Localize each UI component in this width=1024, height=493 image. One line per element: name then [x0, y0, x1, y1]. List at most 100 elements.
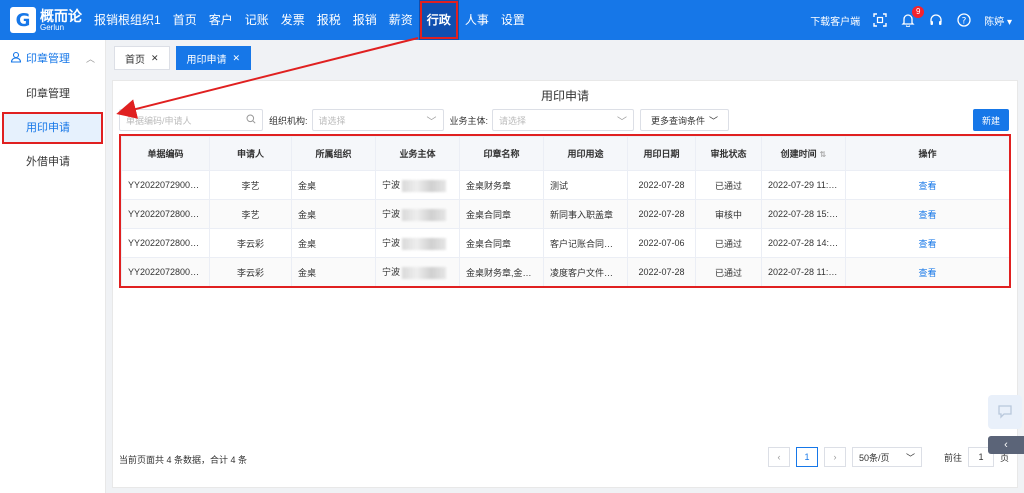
search-icon[interactable] — [246, 114, 256, 127]
page-number-button[interactable]: 1 — [795, 447, 818, 467]
chevron-right-icon: › — [833, 452, 837, 462]
caret-down-icon: ▾ — [1006, 16, 1012, 28]
cell-org: 金桌 — [291, 257, 376, 287]
cell-org: 金桌 — [291, 170, 376, 200]
notification-badge: 9 — [912, 6, 925, 18]
view-link[interactable]: 查看 — [918, 181, 936, 191]
view-link[interactable]: 查看 — [918, 210, 936, 220]
cell-action: 查看 — [845, 257, 1010, 287]
cell-code: YY202207280000... — [121, 228, 210, 258]
more-filters-button[interactable]: 更多查询条件 ﹀ — [640, 109, 730, 131]
table-row: YY202207280000... 李云彩 金桌 宁波 金桌合同章 客户记账合同… — [121, 228, 1010, 258]
nav-item-salary[interactable]: 薪资 — [383, 0, 419, 40]
entity-select[interactable]: 请选择 ﹀ — [492, 109, 635, 131]
cell-date: 2022-07-06 — [627, 228, 696, 258]
nav-item-home[interactable]: 首页 — [167, 0, 203, 40]
col-created[interactable]: 创建时间 ⇅ — [761, 136, 846, 171]
cell-seal: 金桌合同章 — [459, 199, 544, 229]
prev-page-button[interactable]: ‹ — [767, 447, 790, 467]
cell-entity: 宁波 — [375, 257, 460, 287]
cell-entity: 宁波 — [375, 228, 460, 258]
cell-purpose: 凌度客户文件盖章 — [543, 257, 628, 287]
fullscreen-icon[interactable] — [872, 12, 888, 28]
cell-date: 2022-07-28 — [627, 170, 696, 200]
cell-entity-text: 宁波 — [382, 238, 401, 249]
sidebar-group-seal[interactable]: 印章管理 ︿ — [0, 40, 105, 76]
nav-item-tax[interactable]: 报税 — [311, 0, 347, 40]
cell-entity-text: 宁波 — [382, 180, 401, 191]
nav-item-customer[interactable]: 客户 — [203, 0, 239, 40]
main-nav: 报销根组织1 首页 客户 记账 发票 报税 报销 薪资 行政 人事 设置 — [88, 0, 531, 40]
nav-item-org[interactable]: 报销根组织1 — [88, 0, 167, 40]
user-menu[interactable]: 陈婷 ▾ — [984, 13, 1012, 28]
col-applicant: 申请人 — [209, 136, 292, 171]
col-code: 单据编码 — [121, 136, 210, 171]
help-icon[interactable]: ? — [956, 12, 972, 28]
cell-applicant: 李云彩 — [209, 228, 292, 258]
cell-action: 查看 — [845, 199, 1010, 229]
table-header: 单据编码 申请人 所属组织 业务主体 印章名称 用印用途 用印日期 审批状态 创… — [121, 136, 1010, 171]
cell-applicant: 李云彩 — [209, 257, 292, 287]
redacted-blur — [402, 266, 447, 279]
close-icon[interactable]: ✕ — [233, 53, 241, 64]
download-client-link[interactable]: 下载客户端 — [810, 13, 860, 28]
user-name: 陈婷 — [984, 16, 1005, 28]
sidebar-item-seal-management[interactable]: 印章管理 — [0, 78, 105, 110]
page-title: 用印申请 — [540, 89, 589, 103]
top-right-tools: 下载客户端 9 ? 陈婷 ▾ — [810, 0, 1012, 40]
sidebar-item-seal-application[interactable]: 用印申请 — [2, 112, 103, 144]
nav-item-settings[interactable]: 设置 — [495, 0, 531, 40]
org-placeholder: 请选择 — [318, 115, 346, 126]
table-row: YY202207280000... 李艺 金桌 宁波 金桌合同章 新同事入职盖章… — [121, 199, 1010, 229]
col-purpose: 用印用途 — [543, 136, 628, 171]
new-button[interactable]: 新建 — [973, 109, 1009, 131]
cell-action: 查看 — [845, 170, 1010, 200]
more-filters-label: 更多查询条件 — [651, 115, 706, 126]
tab-seal-application[interactable]: 用印申请 ✕ — [175, 46, 252, 70]
chat-icon — [997, 403, 1013, 422]
chevron-left-icon: ‹ — [777, 452, 781, 462]
cell-created: 2022-07-29 11:1... — [761, 170, 846, 200]
goto-label: 前往 — [943, 452, 962, 463]
col-org: 所属组织 — [291, 136, 376, 171]
cell-status: 审核中 — [695, 199, 762, 229]
cell-code: YY202207290000... — [121, 170, 210, 200]
nav-item-reimbursement[interactable]: 报销 — [347, 0, 383, 40]
view-link[interactable]: 查看 — [918, 268, 936, 278]
col-status: 审批状态 — [695, 136, 762, 171]
next-page-button[interactable]: › — [823, 447, 846, 467]
headset-icon[interactable] — [928, 12, 944, 28]
customer-service-float[interactable] — [988, 395, 1022, 429]
nav-item-bookkeeping[interactable]: 记账 — [239, 0, 275, 40]
cell-code: YY202207280000... — [121, 257, 210, 287]
view-link[interactable]: 查看 — [918, 239, 936, 249]
nav-item-admin[interactable]: 行政 — [418, 0, 459, 40]
cell-status: 已通过 — [695, 170, 762, 200]
sidebar: 印章管理 ︿ 印章管理 用印申请 外借申请 — [0, 40, 106, 493]
brand-name-en: Gerlun — [40, 22, 65, 32]
close-icon[interactable]: ✕ — [151, 53, 159, 64]
brand-logo[interactable]: G 概而论 Gerlun — [10, 7, 88, 33]
page-size-select[interactable]: 50条/页 ﹀ — [851, 447, 922, 467]
cell-org: 金桌 — [291, 228, 376, 258]
org-select[interactable]: 请选择 ﹀ — [311, 109, 444, 131]
page-size-value: 50条/页 — [858, 452, 890, 463]
nav-item-invoice[interactable]: 发票 — [275, 0, 311, 40]
col-seal-name: 印章名称 — [459, 136, 544, 171]
tab-label: 首页 — [125, 54, 145, 66]
collapse-panel-button[interactable]: ‹ — [988, 436, 1024, 454]
table-row: YY202207280000... 李云彩 金桌 宁波 金桌财务章,金桌... … — [121, 257, 1010, 287]
sidebar-item-loan-application[interactable]: 外借申请 — [0, 146, 105, 178]
svg-text:?: ? — [962, 17, 967, 27]
redacted-blur — [402, 208, 447, 221]
sort-icon[interactable]: ⇅ — [820, 150, 827, 159]
tab-home[interactable]: 首页 ✕ — [114, 46, 170, 70]
col-entity: 业务主体 — [375, 136, 460, 171]
cell-purpose: 测试 — [543, 170, 628, 200]
pagination: ‹ 1 › 50条/页 ﹀ 前往 1 页 — [767, 447, 1009, 467]
chevron-left-icon: ‹ — [1004, 439, 1008, 451]
cell-seal: 金桌财务章 — [459, 170, 544, 200]
search-input[interactable]: 单据编码/申请人 — [119, 109, 263, 131]
nav-item-hr[interactable]: 人事 — [459, 0, 495, 40]
bell-icon[interactable]: 9 — [900, 6, 925, 28]
